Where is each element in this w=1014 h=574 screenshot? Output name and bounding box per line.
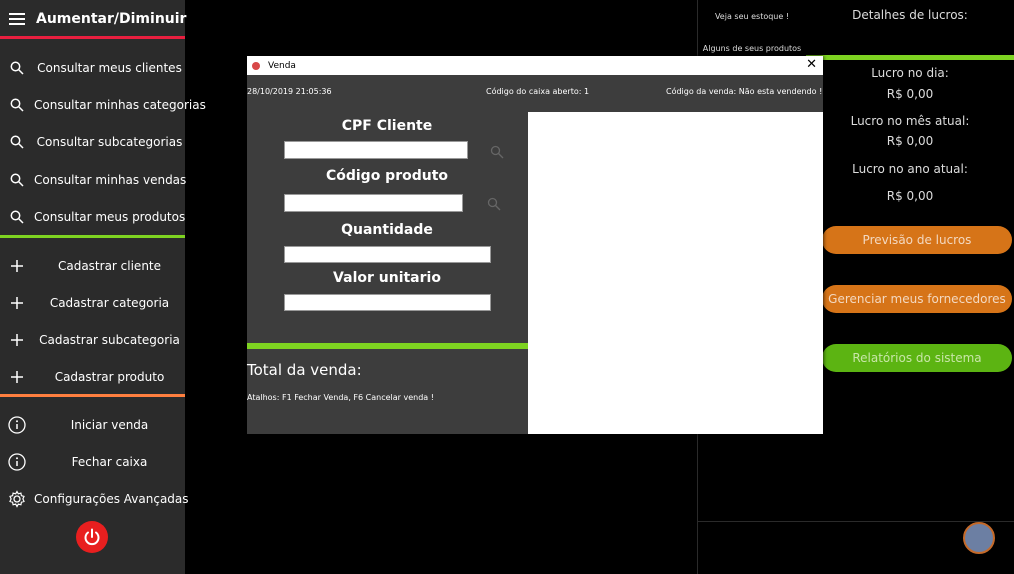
sale-items-list[interactable] xyxy=(528,112,823,434)
accent-bar xyxy=(247,343,528,349)
power-icon xyxy=(84,528,100,546)
search-icon xyxy=(0,135,34,149)
logo-badge-icon[interactable] xyxy=(963,522,995,554)
unit-value-label: Valor unitario xyxy=(333,270,441,286)
sidebar-item-consult-subcategories[interactable]: Consultar subcategorias xyxy=(0,124,185,160)
sidebar-item-advanced-settings[interactable]: Configurações Avançadas xyxy=(0,481,189,517)
sidebar-item-label: Consultar minhas vendas xyxy=(34,173,187,187)
sidebar-title[interactable]: Aumentar/Diminuir xyxy=(36,11,186,27)
manage-suppliers-button[interactable]: Gerenciar meus fornecedores xyxy=(822,285,1012,313)
sidebar-item-label: Cadastrar categoria xyxy=(49,296,170,310)
sidebar-item-label: Configurações Avançadas xyxy=(34,492,189,506)
search-icon xyxy=(0,98,34,112)
sidebar-item-register-product[interactable]: Cadastrar produto xyxy=(0,359,185,395)
sidebar-item-label: Cadastrar cliente xyxy=(57,259,162,273)
year-profit-value: R$ 0,00 xyxy=(886,189,934,203)
search-icon xyxy=(0,210,34,224)
profit-header: Detalhes de lucros: xyxy=(852,8,968,22)
power-button[interactable] xyxy=(76,521,108,553)
profit-forecast-button[interactable]: Previsão de lucros xyxy=(822,226,1012,254)
sidebar-item-label: Iniciar venda xyxy=(70,418,149,432)
sidebar-item-consult-sales[interactable]: Consultar minhas vendas xyxy=(0,162,187,198)
quantity-input[interactable] xyxy=(284,246,491,263)
search-icon[interactable] xyxy=(487,196,501,215)
gear-icon xyxy=(0,490,34,508)
cashier-code: Código do caixa aberto: 1 xyxy=(486,87,590,96)
sidebar: Aumentar/Diminuir Consultar meus cliente… xyxy=(0,0,206,574)
sidebar-item-label: Consultar meus produtos xyxy=(34,210,186,224)
separator-red xyxy=(0,36,185,39)
cpf-input[interactable] xyxy=(284,141,468,159)
stock-header: Veja seu estoque ! xyxy=(714,12,790,21)
sidebar-item-label: Fechar caixa xyxy=(71,455,148,469)
window-title: Venda xyxy=(268,60,296,71)
hamburger-menu-icon[interactable] xyxy=(9,13,25,25)
plus-icon xyxy=(0,296,34,310)
sale-total-label: Total da venda: xyxy=(247,361,362,379)
search-icon xyxy=(0,173,34,187)
app-icon xyxy=(252,61,260,70)
month-profit-value: R$ 0,00 xyxy=(886,134,934,148)
quantity-label: Quantidade xyxy=(341,222,433,238)
sidebar-item-label: Consultar minhas categorias xyxy=(34,98,206,112)
shortcuts-hint: Atalhos: F1 Fechar Venda, F6 Cancelar ve… xyxy=(247,393,434,402)
profit-panel: Detalhes de lucros: Lucro no dia: R$ 0,0… xyxy=(806,0,1014,574)
system-reports-button[interactable]: Relatórios do sistema xyxy=(822,344,1012,372)
stock-subheader: Alguns de seus produtos xyxy=(702,44,802,53)
sidebar-item-label: Cadastrar produto xyxy=(54,370,165,384)
sidebar-item-label: Consultar meus clientes xyxy=(37,61,182,75)
sale-datetime: 28/10/2019 21:05:36 xyxy=(247,87,332,96)
sidebar-item-consult-products[interactable]: Consultar meus produtos xyxy=(0,199,185,235)
month-profit-label: Lucro no mês atual: xyxy=(850,114,970,128)
sidebar-item-register-subcategory[interactable]: Cadastrar subcategoria xyxy=(0,322,185,358)
plus-icon xyxy=(0,259,34,273)
search-icon xyxy=(0,61,34,75)
sidebar-item-consult-categories[interactable]: Consultar minhas categorias xyxy=(0,87,206,123)
search-icon[interactable] xyxy=(490,144,504,163)
sidebar-item-register-client[interactable]: Cadastrar cliente xyxy=(0,248,185,284)
separator-green xyxy=(0,235,185,238)
day-profit-value: R$ 0,00 xyxy=(886,87,934,101)
unit-value-input[interactable] xyxy=(284,294,491,311)
sale-window: Venda ✕ 28/10/2019 21:05:36 Código do ca… xyxy=(247,56,823,434)
close-icon[interactable]: ✕ xyxy=(806,57,817,72)
day-profit-label: Lucro no dia: xyxy=(871,66,949,80)
separator-orange xyxy=(0,394,185,397)
sidebar-item-close-cashier[interactable]: Fechar caixa xyxy=(0,444,185,480)
accent-bar xyxy=(806,55,1014,60)
product-code-input[interactable] xyxy=(284,194,463,212)
window-titlebar: Venda xyxy=(247,56,823,75)
sale-code: Código da venda: Não esta vendendo ! xyxy=(666,87,823,96)
info-icon xyxy=(0,416,34,434)
cpf-label: CPF Cliente xyxy=(341,118,433,134)
info-icon xyxy=(0,453,34,471)
sidebar-item-label: Consultar subcategorias xyxy=(36,135,183,149)
sidebar-item-label: Cadastrar subcategoria xyxy=(39,333,180,347)
plus-icon xyxy=(0,370,34,384)
sidebar-item-consult-clients[interactable]: Consultar meus clientes xyxy=(0,50,185,86)
divider xyxy=(698,521,806,522)
product-code-label: Código produto xyxy=(325,168,449,184)
year-profit-label: Lucro no ano atual: xyxy=(852,162,968,176)
sidebar-item-register-category[interactable]: Cadastrar categoria xyxy=(0,285,185,321)
sidebar-item-start-sale[interactable]: Iniciar venda xyxy=(0,407,185,443)
plus-icon xyxy=(0,333,34,347)
